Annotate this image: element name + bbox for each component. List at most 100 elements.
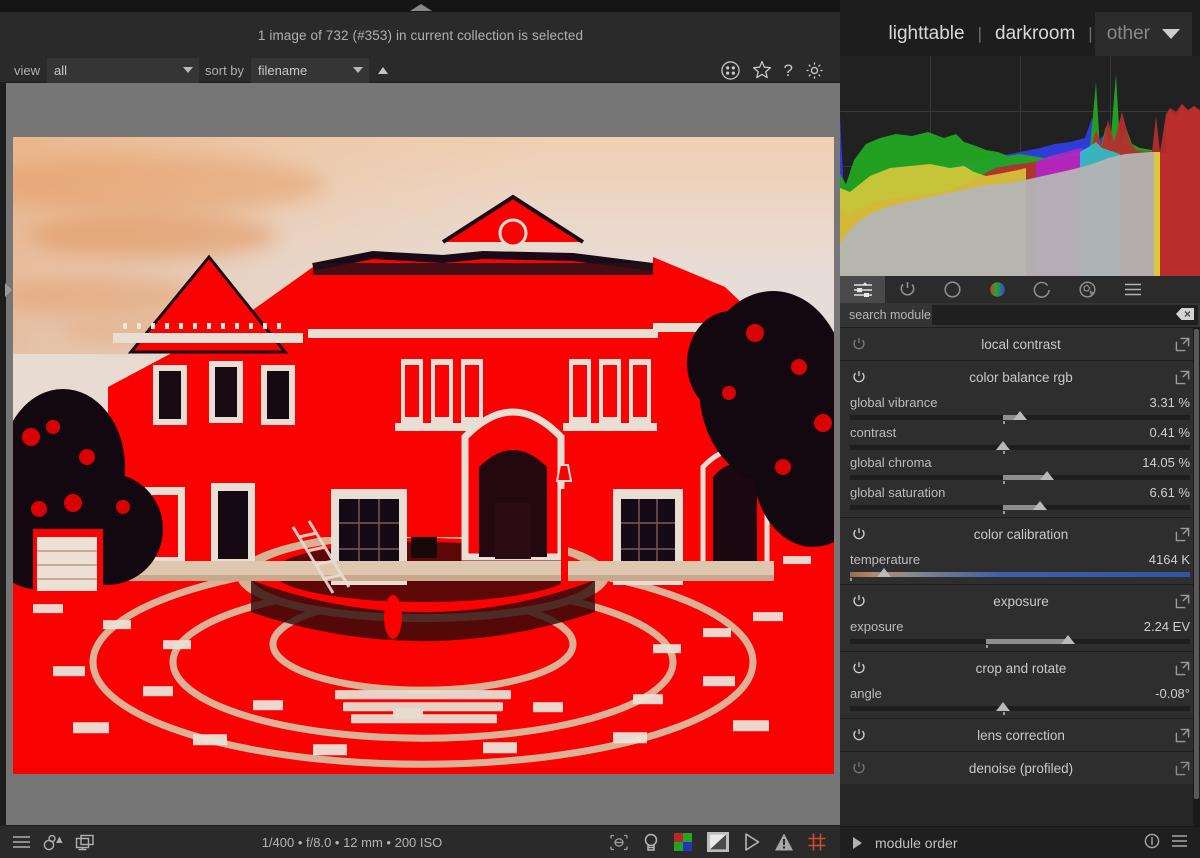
module-order-icons <box>1144 833 1200 852</box>
module-color-calibration[interactable]: color calibration <box>840 517 1200 550</box>
slider-value: 3.31 % <box>1149 395 1190 410</box>
sort-by-label: sort by <box>205 62 245 78</box>
power-icon[interactable] <box>840 526 878 542</box>
right-top-collapse[interactable] <box>840 0 1200 12</box>
slider-label: global chroma <box>850 455 932 470</box>
presets-menu-icon[interactable] <box>1171 834 1188 851</box>
module-body-color-calibration: temperature 4164 K <box>840 550 1200 584</box>
chevron-down-icon <box>353 67 364 73</box>
slider-global-vibrance[interactable]: global vibrance 3.31 % <box>850 393 1190 424</box>
active-modules-tab[interactable] <box>840 276 885 303</box>
slider-label: global saturation <box>850 485 946 500</box>
effects-group-tab[interactable] <box>1065 276 1110 303</box>
bottom-left-icons <box>0 834 95 851</box>
bottom-right-icons <box>609 831 841 853</box>
slider-value: 6.61 % <box>1149 485 1190 500</box>
view-filter-label: view <box>14 62 41 78</box>
module-crop-and-rotate[interactable]: crop and rotate <box>840 651 1200 684</box>
slider-global-saturation[interactable]: global saturation 6.61 % <box>850 483 1190 514</box>
view-darkroom[interactable]: darkroom <box>984 23 1086 45</box>
reset-icon[interactable] <box>1144 833 1160 852</box>
module-local-contrast[interactable]: local contrast <box>840 327 1200 360</box>
slider-angle[interactable]: angle -0.08° <box>850 684 1190 715</box>
module-denoise-profiled[interactable]: denoise (profiled) <box>840 751 1200 784</box>
power-icon[interactable] <box>840 760 878 776</box>
left-panel-expand-handle[interactable] <box>5 278 12 302</box>
grid-icon[interactable] <box>720 60 740 80</box>
view-other-group[interactable]: other <box>1094 12 1192 56</box>
sort-direction-toggle[interactable] <box>378 66 389 74</box>
module-body-exposure: exposure 2.24 EV <box>840 617 1200 651</box>
slider-exposure[interactable]: exposure 2.24 EV <box>850 617 1190 648</box>
chevron-down-icon[interactable] <box>1162 29 1180 39</box>
view-switcher: lighttable | darkroom | other <box>840 12 1200 56</box>
power-icon[interactable] <box>840 593 878 609</box>
module-body-color-balance-rgb: global vibrance 3.31 % contrast 0.41 % glo… <box>840 393 1200 517</box>
slider-label: global vibrance <box>850 395 938 410</box>
view-filter-select[interactable]: all <box>47 57 200 83</box>
edited-photo[interactable] <box>13 137 834 774</box>
module-search-row: search module <box>840 303 1200 327</box>
top-panel-collapse-handle[interactable] <box>0 0 841 12</box>
module-order-section[interactable]: module order <box>840 826 1200 858</box>
module-color-balance-rgb[interactable]: color balance rgb <box>840 360 1200 393</box>
color-group-tab[interactable] <box>975 276 1020 303</box>
overexposed-icon[interactable] <box>774 832 794 852</box>
correction-group-tab[interactable] <box>1020 276 1065 303</box>
triangle-right-icon[interactable] <box>853 836 862 849</box>
hamburger-icon[interactable] <box>12 834 31 850</box>
module-name: exposure <box>993 593 1049 609</box>
module-exposure[interactable]: exposure <box>840 584 1200 617</box>
view-lighttable[interactable]: lighttable <box>878 23 976 45</box>
overlays-icon[interactable] <box>75 834 95 851</box>
help-icon[interactable]: ? <box>784 62 793 79</box>
sort-by-select[interactable]: filename <box>251 57 370 83</box>
backspace-icon[interactable] <box>1175 307 1195 324</box>
slider-label: exposure <box>850 619 904 634</box>
star-icon[interactable] <box>752 60 772 80</box>
focus-peaking-icon[interactable] <box>743 832 761 852</box>
power-icon[interactable] <box>840 336 878 352</box>
favorite-modules-tab[interactable] <box>885 276 930 303</box>
module-presets-menu[interactable] <box>1110 276 1155 303</box>
gear-icon[interactable] <box>805 61 824 80</box>
search-module-label: search module <box>849 308 931 322</box>
tone-group-tab[interactable] <box>930 276 975 303</box>
module-name: local contrast <box>981 336 1061 352</box>
exif-info: 1/400 • f/8.0 • 12 mm • 200 ISO <box>261 834 443 850</box>
slider-label: contrast <box>850 425 897 440</box>
module-order-label: module order <box>875 834 958 851</box>
module-group-tabs <box>840 276 1200 303</box>
slider-temperature[interactable]: temperature 4164 K <box>850 550 1190 581</box>
module-name: crop and rotate <box>975 660 1067 676</box>
grouping-icon[interactable] <box>43 834 63 851</box>
selection-status-text: 1 image of 732 (#353) in current collect… <box>257 27 584 43</box>
view-separator: | <box>977 24 983 43</box>
darkroom-main-area: 1 image of 732 (#353) in current collect… <box>0 0 841 858</box>
search-input[interactable] <box>932 305 1198 325</box>
view-filter-value: all <box>54 62 68 78</box>
view-separator: | <box>1088 24 1093 43</box>
softproof-icon[interactable] <box>609 834 629 851</box>
photo-house <box>13 194 834 639</box>
module-lens-correction[interactable]: lens correction <box>840 718 1200 751</box>
histogram-plot <box>840 74 1200 276</box>
histogram[interactable] <box>840 56 1200 276</box>
power-icon[interactable] <box>840 369 878 385</box>
right-panel-scrollbar[interactable] <box>1193 327 1200 826</box>
selection-status-bar: 1 image of 732 (#353) in current collect… <box>0 12 841 58</box>
color-assessment-icon[interactable] <box>673 832 693 852</box>
triangle-right-icon <box>5 283 12 297</box>
raw-overexposed-icon[interactable] <box>807 832 827 852</box>
power-icon[interactable] <box>840 660 878 676</box>
view-other[interactable]: other <box>1107 23 1150 45</box>
module-name: lens correction <box>977 727 1065 743</box>
module-name: color calibration <box>973 526 1069 542</box>
slider-global-chroma[interactable]: global chroma 14.05 % <box>850 453 1190 484</box>
image-canvas[interactable] <box>0 83 841 825</box>
power-icon[interactable] <box>840 727 878 743</box>
iso12646-icon[interactable] <box>706 831 730 853</box>
slider-value: -0.08° <box>1155 686 1190 701</box>
slider-contrast[interactable]: contrast 0.41 % <box>850 423 1190 454</box>
gamut-check-icon[interactable] <box>642 833 660 852</box>
